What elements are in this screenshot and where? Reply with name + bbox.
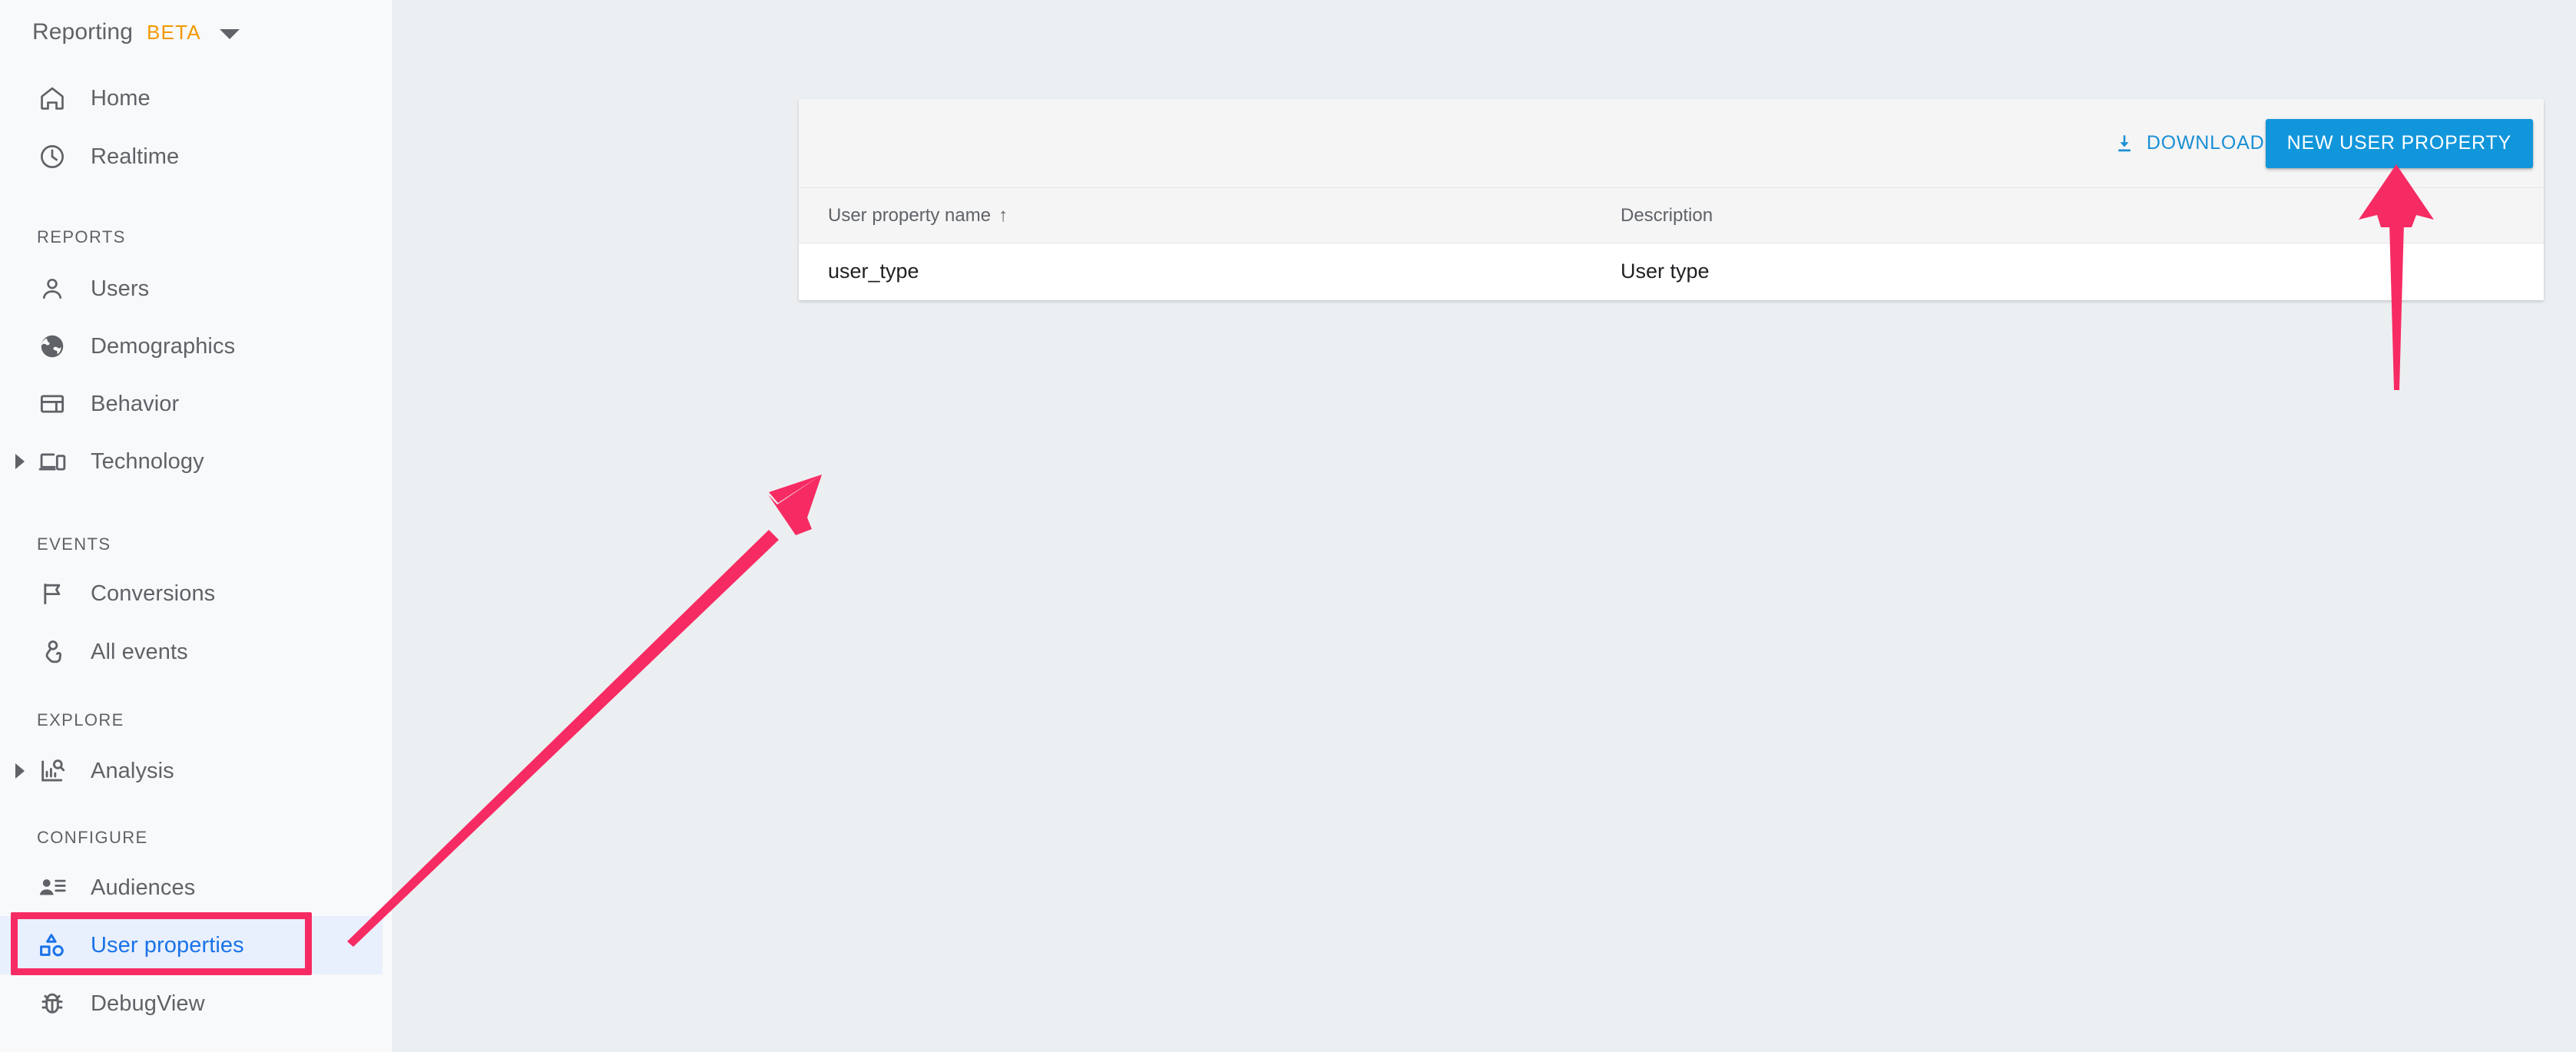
- home-icon: [37, 83, 68, 114]
- column-header-label: User property name: [828, 204, 992, 226]
- arrow-to-user-properties: [347, 475, 822, 947]
- sidebar: Reporting BETA Home Realtime REPORTS Use…: [0, 0, 393, 1052]
- sidebar-item-label: Behavior: [91, 391, 180, 416]
- sidebar-item-conversions[interactable]: Conversions: [0, 564, 380, 623]
- sidebar-item-label: All events: [91, 639, 188, 664]
- sidebar-item-label: Technology: [91, 448, 204, 474]
- column-header-description[interactable]: Description: [1621, 205, 2544, 227]
- column-header-label: Description: [1621, 204, 1713, 226]
- expand-triangle-icon[interactable]: [15, 763, 25, 779]
- new-user-property-button[interactable]: NEW USER PROPERTY: [2265, 118, 2533, 168]
- shapes-icon: [37, 930, 68, 961]
- sidebar-item-all-events[interactable]: All events: [0, 623, 380, 681]
- expand-triangle-icon[interactable]: [15, 454, 25, 469]
- sidebar-item-label: Home: [91, 85, 151, 111]
- chevron-down-icon[interactable]: [219, 28, 240, 39]
- sidebar-item-users[interactable]: Users: [0, 260, 380, 318]
- sidebar-item-behavior[interactable]: Behavior: [0, 375, 380, 433]
- sidebar-item-label: Users: [91, 276, 150, 301]
- user-properties-card: DOWNLOAD CSV NEW USER PROPERTY User prop…: [799, 99, 2544, 300]
- brand-reporting-dropdown[interactable]: Reporting BETA: [32, 17, 240, 48]
- devices-icon: [37, 446, 68, 477]
- table-row[interactable]: user_type User type: [799, 243, 2544, 299]
- user-properties-table: User property name ↑ Description user_ty…: [799, 188, 2544, 299]
- download-icon: [2113, 132, 2136, 155]
- table-header-row: User property name ↑ Description: [799, 188, 2544, 243]
- sidebar-section-events: EVENTS: [37, 534, 111, 554]
- flag-icon: [37, 578, 68, 609]
- clock-icon: [37, 141, 68, 172]
- sidebar-item-label: Analysis: [91, 758, 174, 783]
- cell-user-property-name: user_type: [828, 259, 919, 283]
- bug-icon: [37, 988, 68, 1019]
- column-header-user-property-name[interactable]: User property name ↑: [799, 205, 1621, 227]
- tap-icon: [37, 637, 68, 667]
- sidebar-item-home[interactable]: Home: [0, 69, 380, 127]
- sidebar-item-label: Realtime: [91, 144, 180, 169]
- sidebar-item-label: DebugView: [91, 991, 205, 1016]
- sidebar-item-label: User properties: [91, 932, 244, 958]
- globe-icon: [37, 331, 68, 362]
- layout-icon: [37, 389, 68, 419]
- sidebar-item-debugview[interactable]: DebugView: [0, 974, 380, 1033]
- sort-ascending-icon: ↑: [998, 204, 1008, 226]
- sidebar-item-audiences[interactable]: Audiences: [0, 858, 380, 917]
- person-icon: [37, 273, 68, 304]
- sidebar-item-realtime[interactable]: Realtime: [0, 127, 380, 186]
- sidebar-item-analysis[interactable]: Analysis: [0, 742, 380, 800]
- sidebar-item-label: Demographics: [91, 333, 236, 359]
- sidebar-section-configure: CONFIGURE: [37, 828, 148, 847]
- sidebar-item-technology[interactable]: Technology: [0, 432, 380, 491]
- brand-title: Reporting: [32, 19, 133, 45]
- sidebar-item-user-properties[interactable]: User properties: [0, 916, 380, 974]
- sidebar-item-demographics[interactable]: Demographics: [0, 317, 380, 375]
- sidebar-item-label: Conversions: [91, 581, 216, 606]
- sidebar-item-label: Audiences: [91, 875, 196, 900]
- card-toolbar: DOWNLOAD CSV NEW USER PROPERTY: [799, 99, 2544, 188]
- sidebar-section-explore: EXPLORE: [37, 710, 124, 729]
- audience-icon: [37, 872, 68, 903]
- chart-search-icon: [37, 756, 68, 786]
- screen-root: Reporting BETA Home Realtime REPORTS Use…: [0, 0, 2576, 1052]
- sidebar-section-reports: REPORTS: [37, 227, 126, 246]
- beta-badge: BETA: [146, 20, 201, 44]
- cell-description: User type: [1621, 259, 1710, 283]
